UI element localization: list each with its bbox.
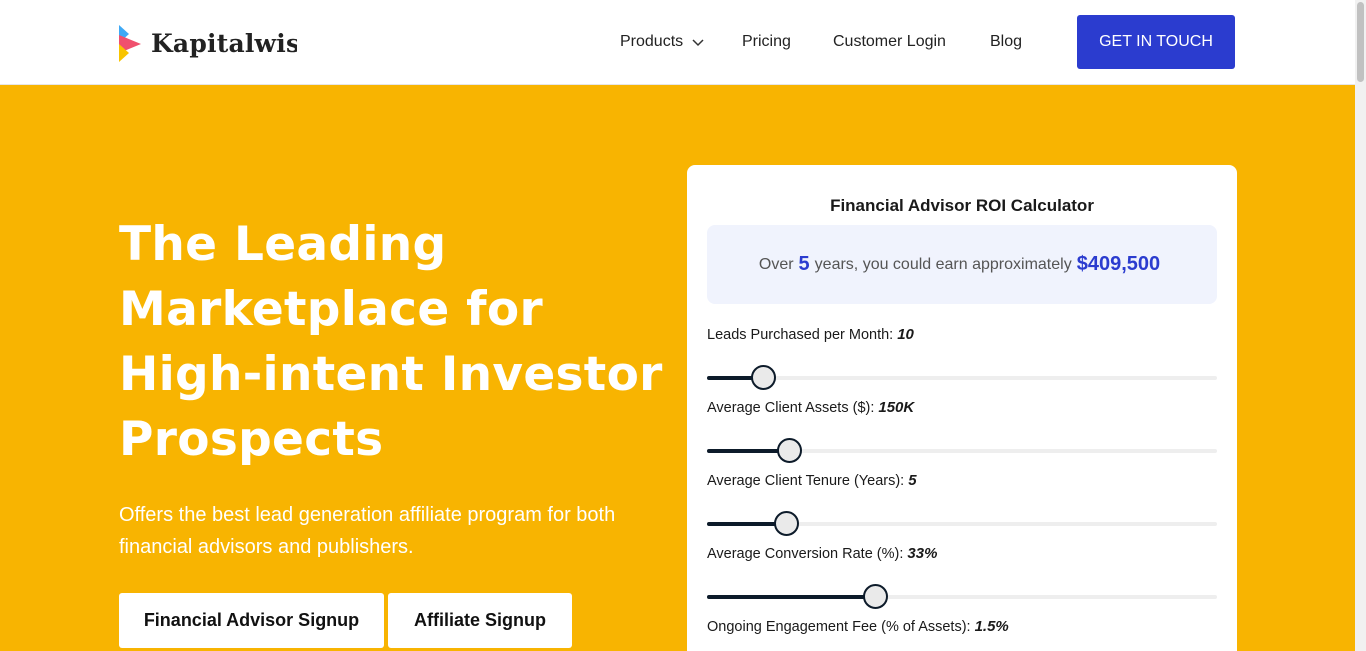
brand-logo[interactable]: Kapitalwise xyxy=(119,24,297,62)
nav-products[interactable]: Products xyxy=(620,33,704,51)
page-scrollbar[interactable] xyxy=(1355,0,1366,651)
summary-years: 5 xyxy=(798,253,810,275)
summary-middle: years, you could earn approximately xyxy=(814,255,1072,273)
affiliate-signup-button[interactable]: Affiliate Signup xyxy=(388,593,572,648)
field-label-assets: Average Client Assets ($): 150K xyxy=(707,399,914,416)
summary-prefix: Over xyxy=(758,255,794,273)
tenure-slider[interactable] xyxy=(707,511,1217,536)
conversion-value: 33% xyxy=(907,545,938,562)
assets-slider[interactable] xyxy=(707,438,1217,463)
conversion-label-text: Average Conversion Rate (%): xyxy=(707,546,904,562)
site-header: Kapitalwise Products Pricing Customer Lo… xyxy=(0,0,1355,85)
nav-blog[interactable]: Blog xyxy=(990,33,1022,51)
brand-name: Kapitalwise xyxy=(151,28,297,58)
calculator-title: Financial Advisor ROI Calculator xyxy=(830,196,1094,215)
tenure-value: 5 xyxy=(908,472,917,489)
leads-value: 10 xyxy=(897,326,914,343)
engagement-fee-label-text: Ongoing Engagement Fee (% of Assets): xyxy=(707,619,971,635)
tenure-label-text: Average Client Tenure (Years): xyxy=(707,473,905,489)
hero-title: The Leading Marketplace for High-intent … xyxy=(119,217,663,467)
summary-amount: $409,500 xyxy=(1076,253,1161,275)
conversion-slider-thumb[interactable] xyxy=(863,584,889,609)
conversion-slider-fill xyxy=(707,595,876,599)
get-in-touch-button[interactable]: GET IN TOUCH xyxy=(1077,15,1235,69)
assets-value: 150K xyxy=(878,399,915,416)
nav-customer-login[interactable]: Customer Login xyxy=(833,33,946,51)
nav-products-label: Products xyxy=(620,33,684,50)
logo-mark-icon xyxy=(119,24,141,62)
assets-slider-thumb[interactable] xyxy=(776,438,802,463)
field-label-conversion: Average Conversion Rate (%): 33% xyxy=(707,545,937,562)
tenure-slider-thumb[interactable] xyxy=(774,511,800,536)
engagement-fee-value: 1.5% xyxy=(974,618,1009,635)
earnings-summary: Over 5 years, you could earn approximate… xyxy=(707,225,1217,304)
hero-subtitle: Offers the best lead generation affiliat… xyxy=(119,504,616,558)
assets-label-text: Average Client Assets ($): xyxy=(707,400,875,416)
field-label-leads: Leads Purchased per Month: 10 xyxy=(707,326,914,343)
financial-advisor-signup-button[interactable]: Financial Advisor Signup xyxy=(119,593,384,648)
conversion-slider[interactable] xyxy=(707,584,1217,609)
leads-slider[interactable] xyxy=(707,365,1217,390)
scrollbar-thumb[interactable] xyxy=(1357,2,1364,82)
leads-slider-thumb[interactable] xyxy=(751,365,777,390)
chevron-down-icon xyxy=(692,39,704,47)
field-label-engagement-fee: Ongoing Engagement Fee (% of Assets): 1.5… xyxy=(707,618,1009,635)
field-label-tenure: Average Client Tenure (Years): 5 xyxy=(707,472,917,489)
nav-pricing[interactable]: Pricing xyxy=(742,33,791,51)
roi-calculator-card: Financial Advisor ROI Calculator Over 5 … xyxy=(687,165,1237,651)
leads-label-text: Leads Purchased per Month: xyxy=(707,327,894,343)
